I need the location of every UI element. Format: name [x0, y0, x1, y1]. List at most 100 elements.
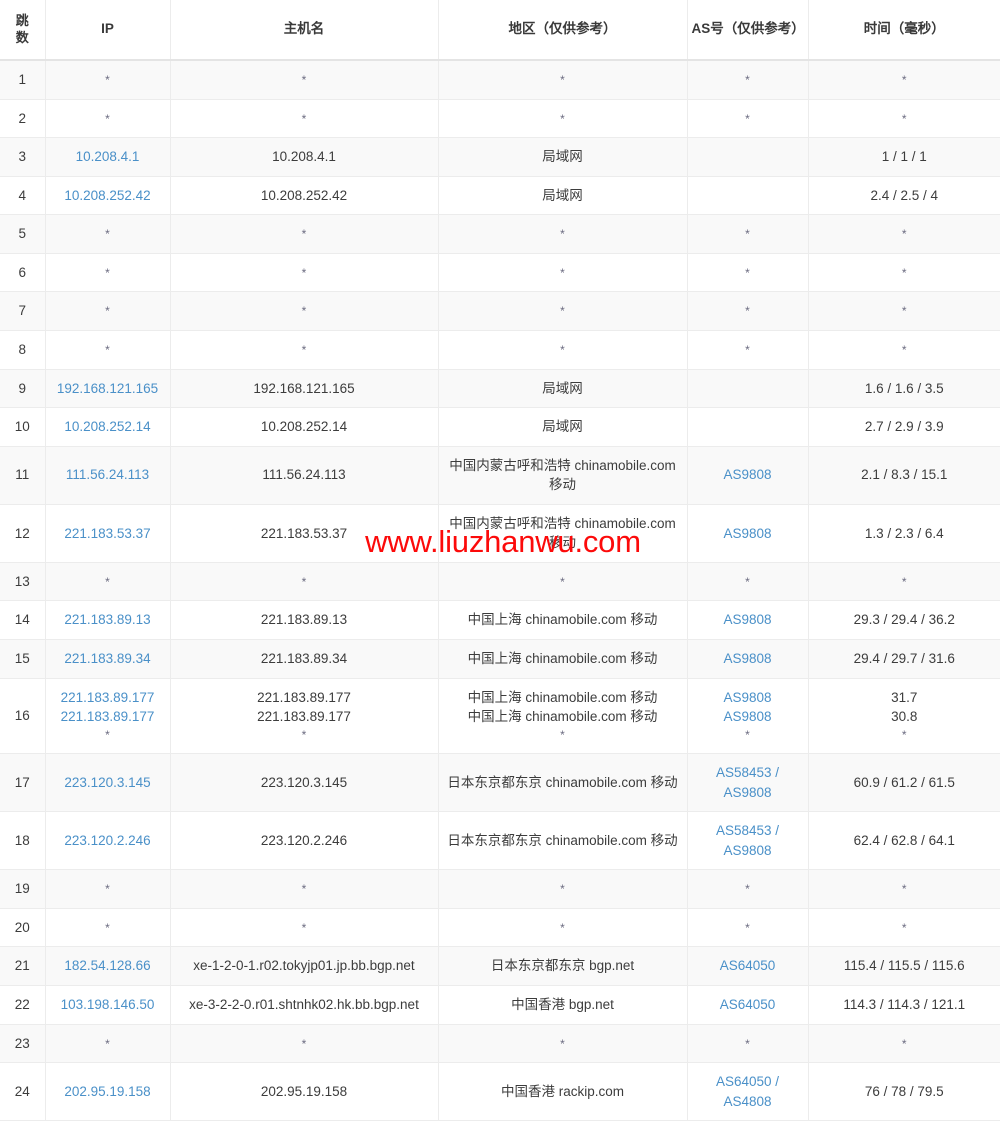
as-link[interactable]: AS64050	[720, 958, 776, 973]
cell-host: *	[170, 99, 439, 139]
cell-host: *	[170, 330, 439, 370]
as-link[interactable]: AS9808	[723, 467, 771, 482]
as-link[interactable]: AS64050 /	[694, 1072, 802, 1092]
time-text: 29.4 / 29.7 / 31.6	[853, 651, 955, 666]
cell-hop: 13	[0, 562, 46, 602]
ip-link[interactable]: 221.183.53.37	[64, 526, 150, 541]
cell-ip: 10.208.252.14	[45, 407, 171, 447]
cell-as: *	[687, 214, 809, 254]
cell-geo: *	[438, 908, 688, 948]
ip-link[interactable]: 103.198.146.50	[61, 997, 155, 1012]
table-row: 24 202.95.19.158 202.95.19.158 中国香港 rackip.…	[0, 1062, 1000, 1121]
column-header-as: AS号（仅供参考）	[687, 0, 809, 61]
no-response-star: *	[560, 342, 565, 357]
time-text: 31.7	[891, 689, 918, 705]
ip-link[interactable]: 221.183.89.13	[64, 612, 150, 627]
ip-link[interactable]: 182.54.128.66	[64, 958, 150, 973]
cell-host: 10.208.252.14	[170, 407, 439, 447]
time-text: 2.7 / 2.9 / 3.9	[864, 419, 944, 435]
ip-link[interactable]: 10.208.4.1	[76, 149, 140, 164]
cell-host: 223.120.3.145	[170, 753, 439, 813]
cell-time: *	[808, 869, 1000, 909]
cell-time: 60.9 / 61.2 / 61.5	[808, 753, 1000, 813]
geo-text: 局域网	[542, 419, 583, 435]
cell-geo: *	[438, 330, 688, 370]
host-text: 10.208.252.14	[260, 419, 348, 435]
cell-ip: 103.198.146.50	[45, 985, 171, 1025]
as-link[interactable]: AS58453 /	[694, 821, 802, 841]
table-row: 16 221.183.89.177 221.183.89.177 * 221.183.8…	[0, 678, 1000, 755]
cell-as: *	[687, 60, 809, 100]
cell-ip: 221.183.53.37	[45, 504, 171, 563]
ip-link[interactable]: 223.120.2.246	[64, 833, 150, 848]
table-header: 跳 数 IP 主机名 地区（仅供参考） AS号（仅供参考） 时间（毫秒）	[0, 0, 1000, 61]
cell-ip: *	[45, 562, 171, 602]
cell-as: AS64050	[687, 985, 809, 1025]
as-link[interactable]: AS9808	[694, 841, 802, 861]
no-response-star: *	[105, 227, 110, 242]
cell-as: AS9808	[687, 639, 809, 679]
cell-as: *	[687, 869, 809, 909]
cell-as: *	[687, 1024, 809, 1064]
ip-link[interactable]: 111.56.24.113	[66, 467, 149, 482]
time-text: 29.3 / 29.4 / 36.2	[853, 612, 955, 628]
cell-geo: 局域网	[438, 369, 688, 409]
cell-time: 1 / 1 / 1	[808, 137, 1000, 177]
cell-time: 114.3 / 114.3 / 121.1	[808, 985, 1000, 1025]
ip-link[interactable]: 221.183.89.177	[52, 688, 164, 708]
table-row: 9 192.168.121.165 192.168.121.165 局域网 1.6 / …	[0, 369, 1000, 409]
as-link[interactable]: AS9808	[694, 688, 802, 708]
ip-link[interactable]: 192.168.121.165	[57, 381, 158, 396]
as-link[interactable]: AS9808	[694, 707, 802, 727]
time-text: 114.3 / 114.3 / 121.1	[843, 997, 966, 1013]
no-response-star: *	[560, 265, 565, 280]
cell-as: AS58453 /AS9808	[687, 811, 809, 871]
ip-link[interactable]: 223.120.3.145	[64, 775, 150, 790]
as-link[interactable]: AS9808	[694, 783, 802, 803]
host-text: 202.95.19.158	[260, 1083, 348, 1099]
cell-as: AS9808	[687, 600, 809, 640]
table-row: 15 221.183.89.34 221.183.89.34 中国上海 chinamo…	[0, 639, 1000, 679]
cell-host: *	[170, 1024, 439, 1064]
table-row: 4 10.208.252.42 10.208.252.42 局域网 2.4 / 2.5 …	[0, 176, 1000, 216]
cell-as: *	[687, 99, 809, 139]
cell-time: 115.4 / 115.5 / 115.6	[808, 946, 1000, 987]
cell-time: *	[808, 562, 1000, 602]
time-text: 1.6 / 1.6 / 3.5	[864, 380, 944, 396]
cell-hop: 8	[0, 330, 46, 370]
as-link[interactable]: AS64050	[720, 997, 776, 1012]
cell-geo: 中国上海 chinamobile.com 移动	[438, 639, 688, 679]
cell-hop: 1	[0, 60, 46, 100]
no-response-star: *	[301, 73, 307, 87]
ip-link[interactable]: 10.208.252.14	[64, 419, 150, 434]
as-link[interactable]: AS9808	[723, 526, 771, 541]
time-text: 76 / 78 / 79.5	[864, 1083, 944, 1099]
cell-time: 29.3 / 29.4 / 36.2	[808, 600, 1000, 640]
cell-host: 221.183.89.34	[170, 639, 439, 679]
ip-link[interactable]: 221.183.89.34	[64, 651, 150, 666]
as-link[interactable]: AS4808	[694, 1092, 802, 1112]
cell-host: xe-1-2-0-1.r02.tokyjp01.jp.bb.bgp.net	[170, 946, 439, 987]
geo-text: 局域网	[542, 187, 583, 203]
as-link[interactable]: AS58453 /	[694, 763, 802, 783]
cell-geo: 日本东京都东京 chinamobile.com 移动	[438, 753, 688, 813]
ip-link[interactable]: 221.183.89.177	[52, 707, 164, 727]
column-header-host: 主机名	[170, 0, 439, 61]
cell-time: *	[808, 214, 1000, 254]
cell-hop: 12	[0, 504, 46, 563]
ip-link[interactable]: 10.208.252.42	[64, 188, 150, 203]
no-response-star: *	[301, 265, 307, 280]
as-link[interactable]: AS9808	[723, 612, 771, 627]
geo-text: 中国上海 chinamobile.com 移动	[467, 709, 658, 725]
cell-time: *	[808, 291, 1000, 331]
cell-host: 111.56.24.113	[170, 446, 439, 505]
cell-hop: 23	[0, 1024, 46, 1064]
host-text: 221.183.89.177	[257, 689, 351, 705]
cell-as: *	[687, 253, 809, 293]
cell-geo: 局域网	[438, 176, 688, 216]
as-link[interactable]: AS9808	[723, 651, 771, 666]
no-response-star: *	[901, 111, 907, 126]
ip-link[interactable]: 202.95.19.158	[64, 1084, 150, 1099]
cell-host: 221.183.89.13	[170, 600, 439, 640]
host-text: 10.208.4.1	[272, 149, 336, 165]
